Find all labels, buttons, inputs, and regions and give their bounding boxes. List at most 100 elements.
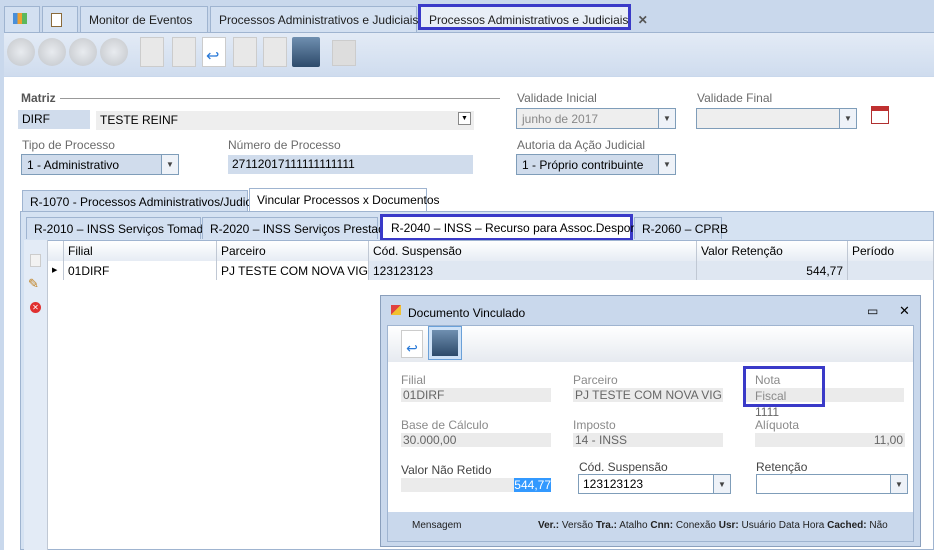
imposto-field: 14 - INSS — [573, 433, 723, 447]
numero-input[interactable]: 27112017111111111111 — [228, 155, 473, 174]
chevron-down-icon: ▼ — [890, 475, 907, 493]
new-icon[interactable] — [30, 254, 41, 267]
col-periodo[interactable]: Período — [848, 241, 934, 261]
clipboard-icon — [51, 13, 62, 27]
status-bar: Mensagem Ver.: Versão Tra.: Atalho Cnn: … — [388, 512, 913, 541]
tab-monitor-eventos[interactable]: Monitor de Eventos — [80, 6, 208, 32]
tab-checklist[interactable] — [42, 6, 78, 32]
parceiro-label: Parceiro — [573, 373, 618, 387]
base-label: Base de Cálculo — [401, 418, 489, 432]
save-button[interactable] — [428, 326, 462, 360]
dialog-toolbar — [388, 326, 913, 362]
table-row-valor[interactable]: 544,77 — [697, 261, 848, 280]
tab-processos-1[interactable]: Processos Administrativos e Judiciais — [210, 6, 418, 32]
edit-icon[interactable]: ✎ — [28, 276, 39, 292]
minimize-icon[interactable]: ▭ — [867, 304, 878, 318]
grid-indicator-header — [48, 241, 64, 261]
vnr-label: Valor Não Retido — [401, 463, 492, 477]
matriz-name-select[interactable]: TESTE REINF — [96, 111, 474, 130]
tab-r2060[interactable]: R-2060 – CPRB — [634, 217, 728, 239]
numero-label: Número de Processo — [228, 138, 341, 152]
chevron-down-icon: ▼ — [839, 109, 856, 128]
vnr-input[interactable]: 544,77 — [401, 478, 551, 492]
lock-icon[interactable] — [332, 40, 356, 66]
new-icon[interactable] — [140, 37, 164, 67]
chevron-down-icon[interactable]: ▼ — [458, 112, 471, 125]
first-record-icon[interactable] — [7, 38, 35, 66]
aliquota-label: Alíquota — [755, 418, 800, 432]
row-indicator-icon: ▶ — [48, 261, 64, 280]
nota-fiscal-highlight: Nota Fiscal 1111 — [743, 366, 825, 419]
parceiro-field: PJ TESTE COM NOVA VIG.ENDE — [573, 388, 723, 402]
chevron-down-icon: ▼ — [713, 475, 730, 493]
matriz-code: DIRF — [18, 110, 90, 129]
previous-record-icon[interactable] — [38, 38, 66, 66]
status-cnn-key: Cnn: — [650, 520, 674, 531]
cod-label: Cód. Suspensão — [579, 460, 668, 474]
tab-r2010[interactable]: R-2010 – INSS Serviços Tomados — [26, 217, 216, 239]
retencao-select[interactable]: ▼ — [756, 474, 908, 494]
status-usr-key: Usr: — [718, 520, 739, 531]
status-tra-key: Tra.: — [595, 520, 617, 531]
grid-icon — [13, 13, 27, 24]
chevron-down-icon: ▼ — [658, 155, 675, 174]
validade-inicial-value: junho de 2017 — [522, 112, 599, 126]
status-cnn: Conexão — [675, 520, 716, 531]
delete-icon[interactable]: ✕ — [30, 302, 41, 313]
vnr-value: 544,77 — [514, 478, 551, 492]
table-row-cod[interactable]: 123123123 — [369, 261, 697, 280]
status-ver-key: Ver.: — [538, 520, 560, 531]
status-ver: Versão — [561, 520, 594, 531]
forward-icon[interactable] — [263, 37, 287, 67]
table-row-filial[interactable]: 01DIRF — [64, 261, 217, 280]
undo-icon[interactable]: ↩ — [202, 37, 226, 67]
tipo-select[interactable]: 1 - Administrativo ▼ — [21, 154, 179, 175]
cod-value: 123123123 — [583, 477, 644, 491]
table-row-parceiro[interactable]: PJ TESTE COM NOVA VIG.E... — [217, 261, 369, 280]
table-row-periodo[interactable] — [848, 261, 934, 280]
divider — [60, 98, 500, 99]
retencao-label: Retenção — [756, 460, 808, 474]
autoria-label: Autoria da Ação Judicial — [517, 138, 646, 152]
close-icon[interactable]: ✕ — [638, 13, 648, 27]
app-icon — [391, 305, 401, 315]
validade-inicial-select[interactable]: junho de 2017 ▼ — [516, 108, 676, 129]
status-cached: Não — [869, 520, 888, 531]
close-icon[interactable]: ✕ — [899, 303, 910, 319]
next-record-icon[interactable] — [69, 38, 97, 66]
status-tra: Atalho — [619, 520, 648, 531]
validade-final-label: Validade Final — [697, 91, 773, 105]
validade-final-select[interactable]: ▼ — [696, 108, 857, 129]
tab-r1070[interactable]: R-1070 - Processos Administrativos/Judic… — [22, 190, 269, 211]
save-icon — [432, 330, 458, 356]
status-usr: Usuário — [741, 520, 776, 531]
save-icon[interactable] — [292, 37, 320, 67]
tab-r2040[interactable]: R-2040 – INSS – Recurso para Assoc.Despo… — [380, 214, 653, 241]
imposto-label: Imposto — [573, 418, 616, 432]
status-cached-key: Cached: — [827, 520, 867, 531]
tab-r2020[interactable]: R-2020 – INSS Serviços Prestados — [202, 217, 397, 239]
chevron-down-icon: ▼ — [161, 155, 178, 174]
edit-icon[interactable] — [172, 37, 196, 67]
status-message: Mensagem — [412, 520, 462, 531]
calendar-icon[interactable] — [871, 106, 889, 124]
cod-suspensao-select[interactable]: 123123123 ▼ — [578, 474, 731, 494]
col-filial[interactable]: Filial — [64, 241, 217, 261]
aliquota-field: 11,00 — [755, 433, 905, 447]
tab-label: Processos Administrativos e Judiciais — [429, 13, 629, 27]
filial-field: 01DIRF — [401, 388, 551, 402]
status-datahora: Data Hora — [778, 520, 825, 531]
autoria-value: 1 - Próprio contribuinte — [522, 158, 644, 172]
tab-vincular[interactable]: Vincular Processos x Documentos — [249, 188, 440, 212]
col-valor-retencao[interactable]: Valor Retenção — [697, 241, 848, 261]
tab-home[interactable] — [4, 6, 40, 32]
col-cod-suspensao[interactable]: Cód. Suspensão — [369, 241, 697, 261]
tab-processos-active[interactable]: Processos Administrativos e Judiciais ✕ — [418, 4, 648, 30]
col-parceiro[interactable]: Parceiro — [217, 241, 369, 261]
chevron-down-icon: ▼ — [658, 109, 675, 128]
autoria-select[interactable]: 1 - Próprio contribuinte ▼ — [516, 154, 676, 175]
last-record-icon[interactable] — [100, 38, 128, 66]
delete-icon[interactable] — [233, 37, 257, 67]
undo-icon[interactable]: ↩ — [401, 330, 423, 358]
tipo-label: Tipo de Processo — [22, 138, 115, 152]
